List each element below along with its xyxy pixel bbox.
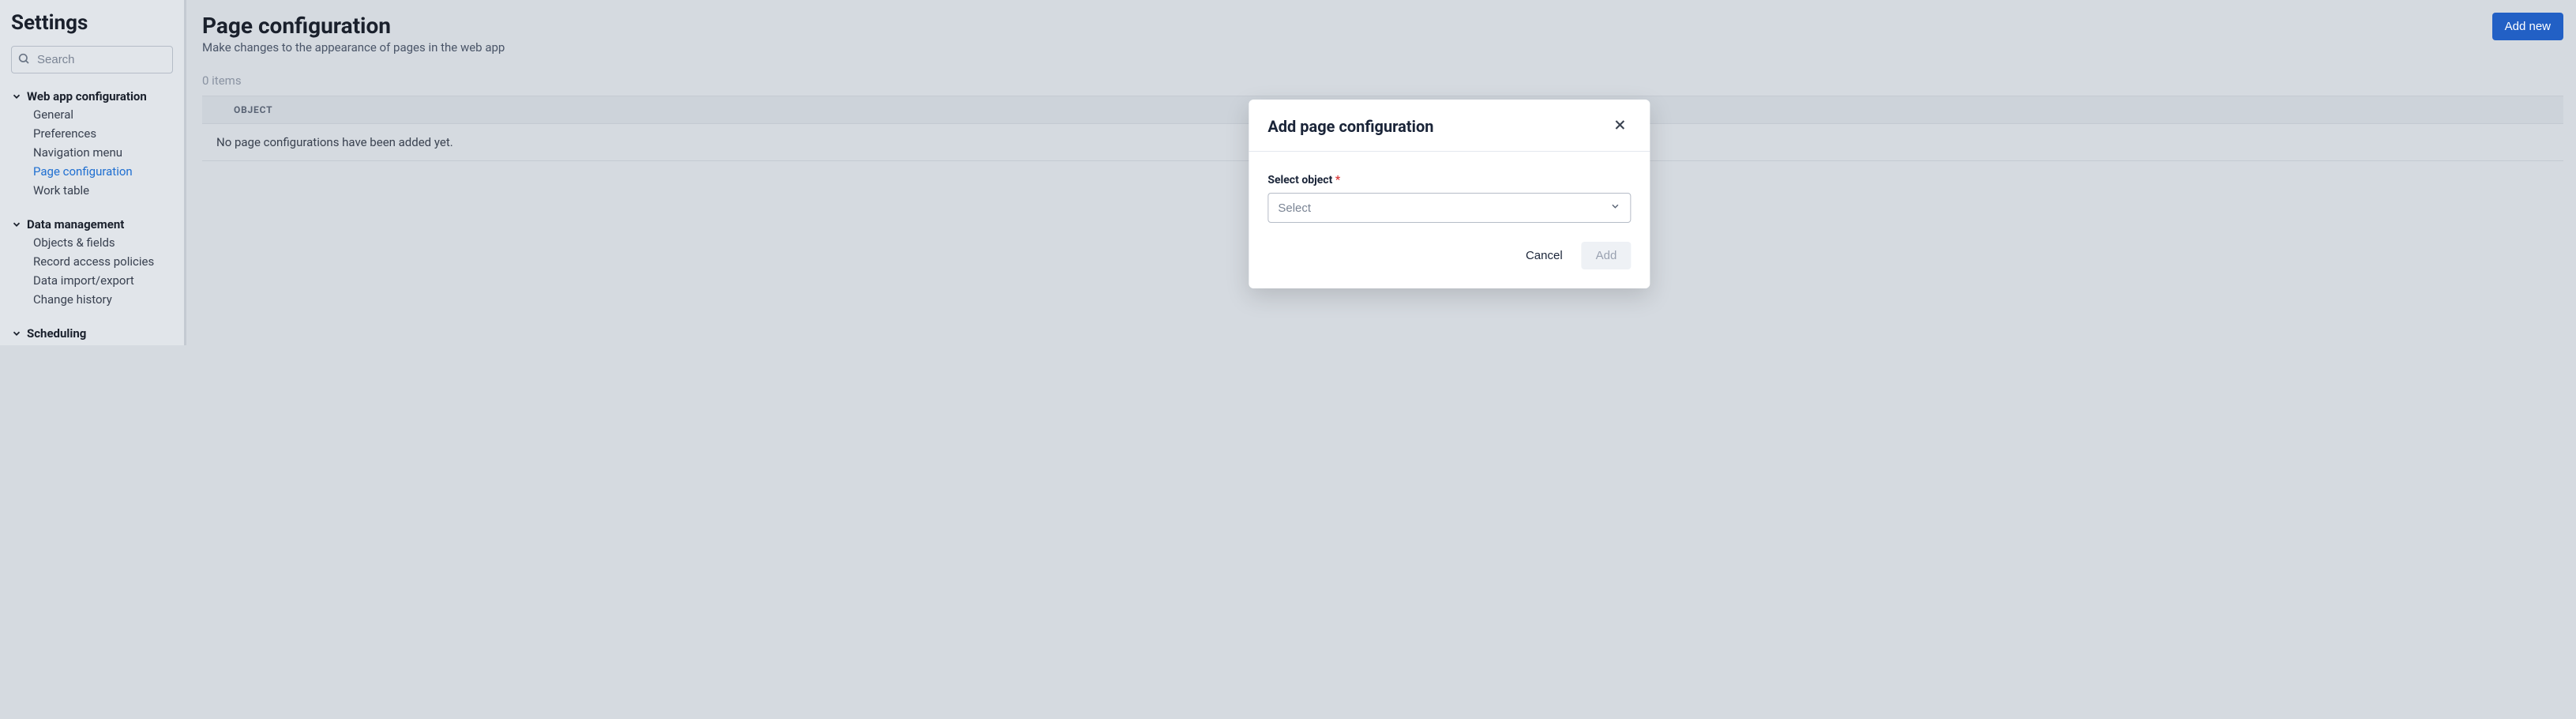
select-object-wrap: Select: [1267, 193, 1631, 223]
nav-section-scheduling: Scheduling: [11, 325, 181, 342]
page-subtitle: Make changes to the appearance of pages …: [202, 40, 505, 55]
sidebar-item-preferences[interactable]: Preferences: [11, 124, 181, 143]
page-title: Page configuration: [202, 13, 505, 39]
select-placeholder: Select: [1278, 201, 1311, 215]
modal-body: Select object * Select: [1249, 152, 1650, 242]
page-header: Page configuration Make changes to the a…: [202, 13, 2563, 55]
chevron-down-icon: [1609, 201, 1620, 215]
modal-title: Add page configuration: [1267, 117, 1433, 136]
close-button[interactable]: [1609, 114, 1631, 138]
sidebar-item-page-configuration[interactable]: Page configuration: [11, 162, 181, 181]
nav-section-header-web-app[interactable]: Web app configuration: [11, 88, 181, 105]
form-label-text: Select object: [1267, 174, 1332, 186]
modal-header: Add page configuration: [1249, 100, 1650, 152]
chevron-down-icon: [11, 91, 22, 102]
cancel-button[interactable]: Cancel: [1515, 242, 1574, 269]
required-indicator: *: [1335, 174, 1340, 186]
item-count: 0 items: [202, 73, 2563, 88]
search-icon: [17, 52, 30, 68]
add-page-config-modal: Add page configuration Select object * S…: [1249, 100, 1650, 288]
close-icon: [1612, 123, 1628, 135]
nav-section-label: Web app configuration: [27, 89, 147, 104]
add-button[interactable]: Add: [1582, 242, 1632, 269]
page-header-text: Page configuration Make changes to the a…: [202, 13, 505, 55]
nav-section-data-management: Data management Objects & fields Record …: [11, 216, 181, 309]
sidebar-item-data-import-export[interactable]: Data import/export: [11, 271, 181, 290]
sidebar-item-record-access-policies[interactable]: Record access policies: [11, 252, 181, 271]
nav-section-web-app: Web app configuration General Preference…: [11, 88, 181, 200]
add-new-button[interactable]: Add new: [2492, 13, 2563, 40]
sidebar-item-change-history[interactable]: Change history: [11, 290, 181, 309]
nav-section-header-scheduling[interactable]: Scheduling: [11, 325, 181, 342]
select-object-label: Select object *: [1267, 174, 1631, 186]
select-object-dropdown[interactable]: Select: [1267, 193, 1631, 223]
chevron-down-icon: [11, 219, 22, 230]
sidebar-item-objects-fields[interactable]: Objects & fields: [11, 233, 181, 252]
nav-section-label: Scheduling: [27, 326, 86, 341]
nav-section-header-data-management[interactable]: Data management: [11, 216, 181, 233]
search-wrap: [11, 46, 181, 73]
main-content: Page configuration Make changes to the a…: [186, 0, 2576, 345]
sidebar-title: Settings: [11, 11, 181, 35]
sidebar-item-general[interactable]: General: [11, 105, 181, 124]
search-input[interactable]: [11, 46, 173, 73]
settings-sidebar: Settings Web app configuration General P…: [0, 0, 186, 345]
nav-section-label: Data management: [27, 217, 124, 232]
sidebar-item-work-table[interactable]: Work table: [11, 181, 181, 200]
sidebar-item-navigation-menu[interactable]: Navigation menu: [11, 143, 181, 162]
chevron-down-icon: [11, 328, 22, 339]
modal-footer: Cancel Add: [1249, 242, 1650, 288]
